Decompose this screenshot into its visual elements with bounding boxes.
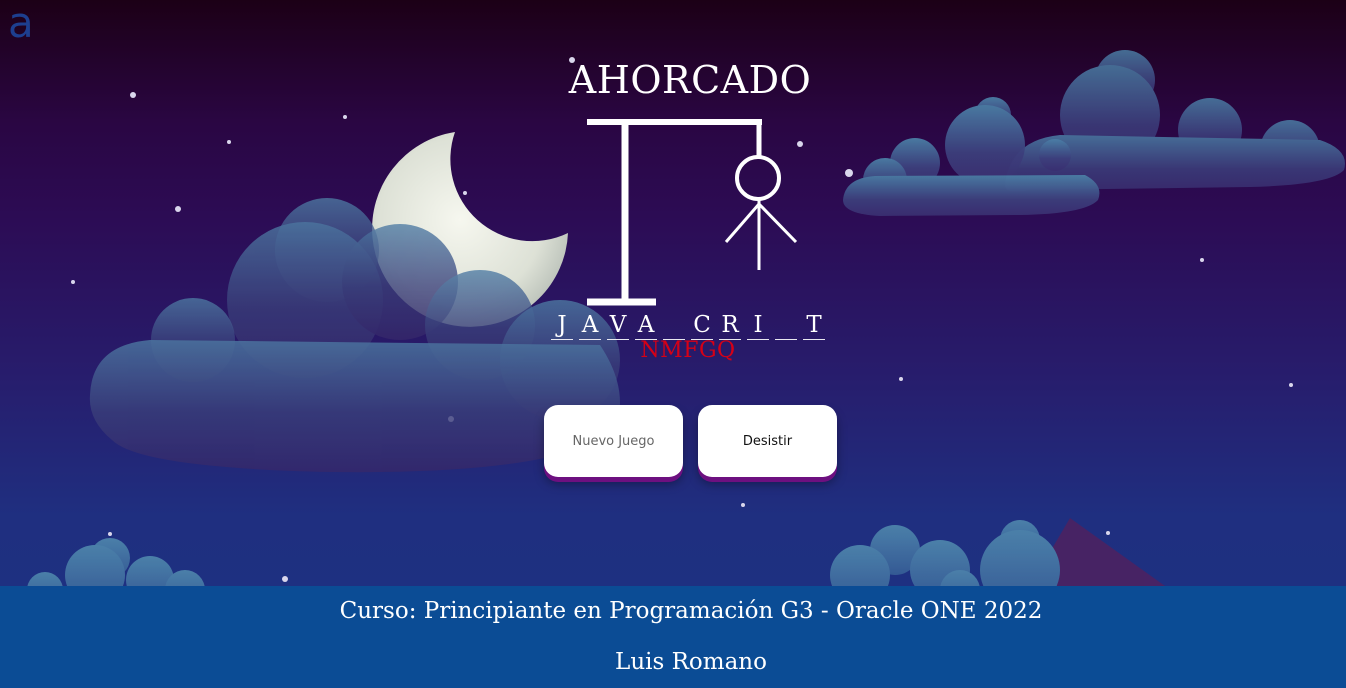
- letter-slot: C: [691, 312, 713, 340]
- hangman-drawing: [587, 119, 798, 306]
- hangman-head: [735, 155, 781, 201]
- hangman-right-arm: [757, 202, 798, 244]
- letter-slot: T: [803, 312, 825, 340]
- page-title: AHORCADO: [568, 58, 812, 102]
- author-name: Luis Romano: [615, 649, 767, 675]
- letter-slot: V: [607, 312, 629, 340]
- cloud-bottom-left: [27, 538, 205, 586]
- cloud-bottom-right: [830, 518, 1165, 586]
- alura-logo-icon: a: [8, 0, 34, 47]
- cloud-left: [89, 198, 621, 473]
- letter-slot: R: [719, 312, 741, 340]
- course-text: Curso: Principiante en Programación G3 -…: [339, 598, 1043, 624]
- letter-slot: [663, 312, 685, 340]
- hangman-left-arm: [724, 203, 761, 243]
- letter-slot: A: [579, 312, 601, 340]
- wrong-letters: NMFGQ: [640, 338, 736, 363]
- give-up-button[interactable]: Desistir: [698, 405, 837, 477]
- letter-slot: J: [551, 312, 573, 340]
- footer: Curso: Principiante en Programación G3 -…: [0, 586, 1346, 688]
- new-game-button[interactable]: Nuevo Juego: [544, 405, 683, 477]
- letter-slot: I: [747, 312, 769, 340]
- letter-slot: A: [635, 312, 657, 340]
- letter-slot: [775, 312, 797, 340]
